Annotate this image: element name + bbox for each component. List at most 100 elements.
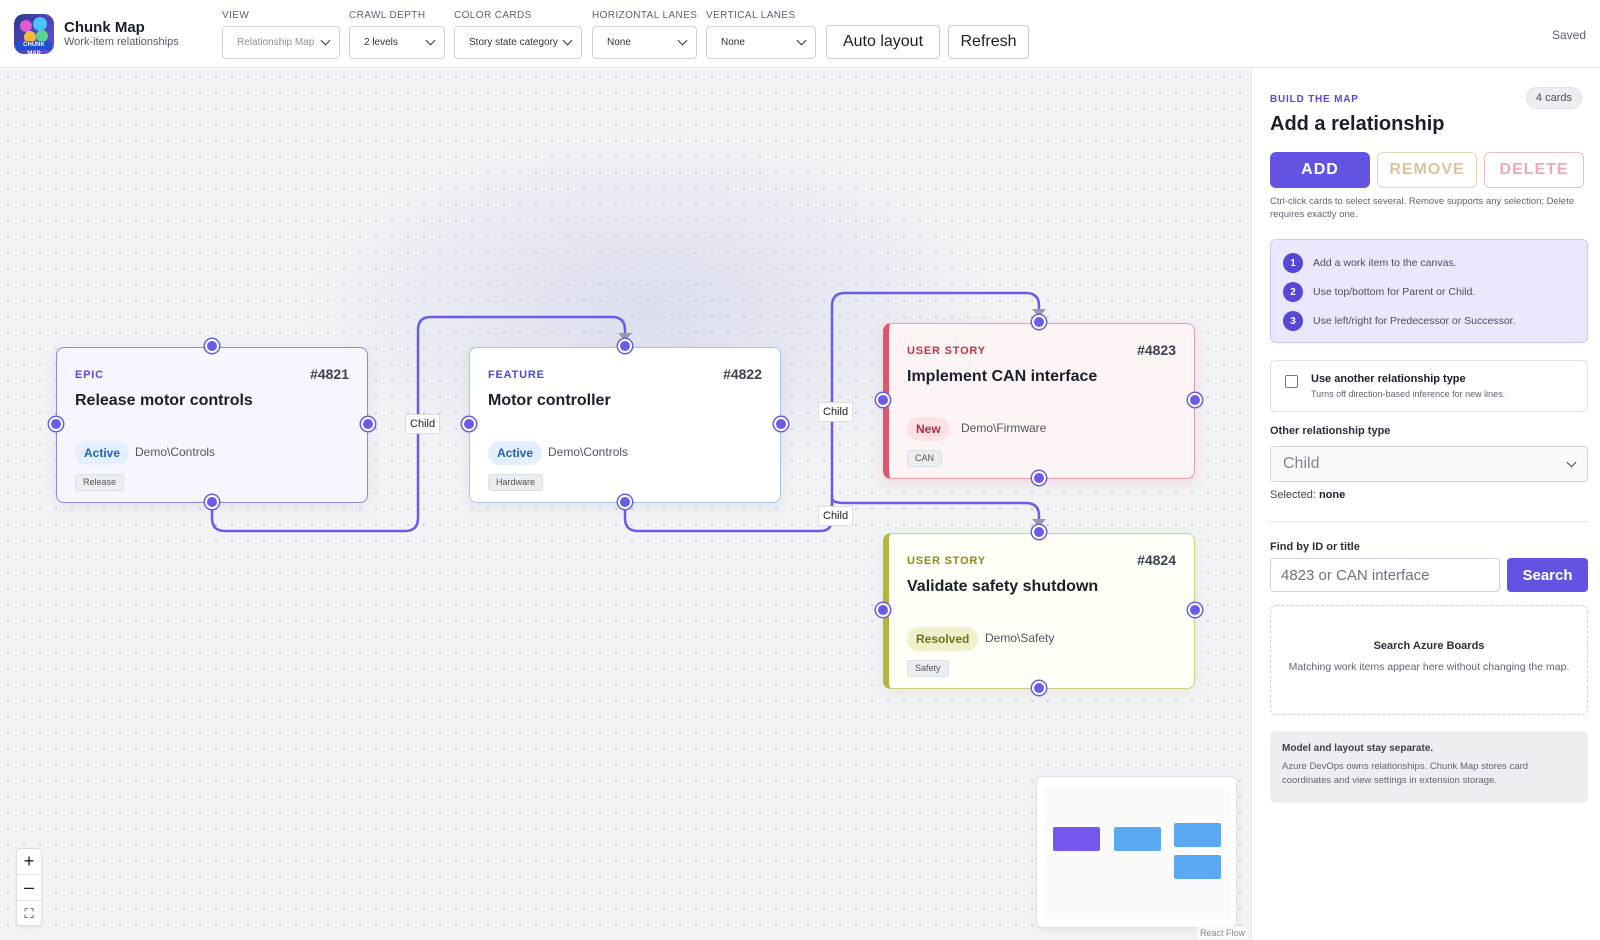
- tag-chip: CAN: [907, 450, 943, 467]
- connection-handle[interactable]: [1188, 603, 1202, 617]
- save-status: Saved: [1551, 28, 1586, 42]
- card-title: Validate safety shutdown: [907, 578, 1099, 595]
- connection-handle[interactable]: [1188, 393, 1202, 407]
- zoom-in-button[interactable]: +: [17, 849, 41, 875]
- info-note: Model and layout stay separate. Azure De…: [1270, 731, 1588, 803]
- crawl-depth-label: CRAWL DEPTH: [349, 10, 426, 21]
- minimap-node: [1053, 827, 1100, 851]
- chevron-down-icon: [425, 35, 436, 46]
- app-title: Chunk Map: [64, 19, 145, 36]
- edge-label[interactable]: Child: [818, 506, 854, 526]
- vertical-lanes-control: VERTICAL LANES None: [706, 10, 816, 59]
- zoom-controls: + – ⛶: [16, 848, 42, 926]
- horizontal-lanes-select[interactable]: None: [592, 26, 697, 59]
- auto-layout-button[interactable]: Auto layout: [826, 25, 940, 59]
- color-cards-control: COLOR CARDS Story state category: [454, 10, 582, 59]
- other-type-toggle-label: Use another relationship type: [1311, 373, 1466, 385]
- tag-chip: Hardware: [488, 474, 544, 491]
- connection-handle[interactable]: [205, 339, 219, 353]
- connection-handle[interactable]: [361, 417, 375, 431]
- map-canvas[interactable]: Child Child Child EPIC #4821 Release mot…: [0, 69, 1251, 940]
- minimap-node: [1174, 855, 1221, 879]
- other-type-toggle-desc: Turns off direction-based inference for …: [1311, 389, 1506, 399]
- minimap[interactable]: [1036, 776, 1237, 928]
- state-badge: Active: [75, 441, 130, 465]
- chevron-down-icon: [796, 35, 807, 46]
- step-text: Use top/bottom for Parent or Child.: [1313, 286, 1476, 298]
- connection-handle[interactable]: [618, 495, 632, 509]
- minimap-node: [1114, 827, 1161, 851]
- card-type: EPIC: [75, 369, 104, 381]
- chevron-down-icon: [320, 35, 331, 46]
- note-title: Model and layout stay separate.: [1282, 743, 1434, 754]
- crawl-depth-control: CRAWL DEPTH 2 levels: [349, 10, 445, 59]
- area-path: Demo\Firmware: [961, 421, 1047, 435]
- card-id: #4822: [723, 366, 762, 382]
- card-id: #4821: [310, 366, 349, 382]
- card-type: USER STORY: [907, 555, 986, 567]
- connection-handle[interactable]: [1032, 471, 1046, 485]
- view-select[interactable]: Relationship Map: [222, 26, 340, 59]
- color-cards-select[interactable]: Story state category: [454, 26, 582, 59]
- step-text: Add a work item to the canvas.: [1313, 257, 1457, 269]
- tag-chip: Release: [75, 474, 125, 491]
- zoom-out-button[interactable]: –: [17, 875, 41, 901]
- connection-handle[interactable]: [49, 417, 63, 431]
- area-path: Demo\Controls: [548, 445, 629, 459]
- card-count-badge: 4 cards: [1525, 87, 1582, 109]
- connection-handle[interactable]: [876, 603, 890, 617]
- card-id: #4823: [1137, 342, 1176, 358]
- other-type-option: Use another relationship type Turns off …: [1270, 360, 1588, 412]
- edge-label[interactable]: Child: [818, 402, 854, 422]
- remove-button[interactable]: REMOVE: [1377, 152, 1477, 188]
- crawl-depth-select[interactable]: 2 levels: [349, 26, 445, 59]
- card-title: Release motor controls: [75, 392, 253, 409]
- step-number: 2: [1283, 282, 1303, 302]
- card-id: #4824: [1137, 552, 1176, 568]
- step-text: Use left/right for Predecessor or Succes…: [1313, 315, 1516, 327]
- work-item-card[interactable]: USER STORY #4823 Implement CAN interface…: [883, 323, 1195, 479]
- note-desc: Azure DevOps owns relationships. Chunk M…: [1282, 761, 1529, 786]
- edge-label[interactable]: Child: [405, 414, 441, 434]
- card-title: Implement CAN interface: [907, 368, 1098, 385]
- connection-handle[interactable]: [1032, 525, 1046, 539]
- step-number: 1: [1283, 253, 1303, 273]
- app-subtitle: Work-item relationships: [64, 36, 179, 48]
- vertical-lanes-select[interactable]: None: [706, 26, 816, 59]
- delete-button[interactable]: DELETE: [1484, 152, 1584, 188]
- connection-handle[interactable]: [774, 417, 788, 431]
- steps-box: 1 Add a work item to the canvas. 2 Use t…: [1270, 239, 1588, 343]
- selection-hint: Ctrl-click cards to select several. Remo…: [1270, 196, 1575, 220]
- work-item-card[interactable]: FEATURE #4822 Motor controller Active De…: [469, 347, 781, 503]
- app-logo: CHUNK MAP: [14, 14, 54, 54]
- connection-handle[interactable]: [618, 339, 632, 353]
- panel-title: Add a relationship: [1270, 113, 1445, 135]
- fit-view-icon[interactable]: ⛶: [17, 901, 41, 927]
- search-button[interactable]: Search: [1507, 558, 1588, 592]
- react-flow-attribution[interactable]: React Flow: [1196, 927, 1248, 939]
- state-badge: Resolved: [907, 627, 979, 651]
- connection-handle[interactable]: [1032, 315, 1046, 329]
- work-item-card[interactable]: EPIC #4821 Release motor controls Active…: [56, 347, 368, 503]
- connection-handle[interactable]: [1032, 681, 1046, 695]
- state-badge: New: [907, 417, 950, 441]
- panel-kicker: BUILD THE MAP: [1270, 94, 1359, 105]
- other-type-label: Other relationship type: [1270, 425, 1391, 437]
- area-path: Demo\Safety: [985, 631, 1055, 645]
- horizontal-lanes-control: HORIZONTAL LANES None: [592, 10, 697, 59]
- connection-handle[interactable]: [876, 393, 890, 407]
- connection-handle[interactable]: [462, 417, 476, 431]
- refresh-button[interactable]: Refresh: [948, 25, 1029, 59]
- results-desc: Matching work items appear here without …: [1288, 661, 1570, 673]
- other-type-checkbox[interactable]: [1285, 375, 1298, 388]
- work-item-card[interactable]: USER STORY #4824 Validate safety shutdow…: [883, 533, 1195, 689]
- relationship-type-select[interactable]: Child: [1270, 446, 1588, 482]
- search-input[interactable]: [1270, 558, 1500, 592]
- results-title: Search Azure Boards: [1373, 640, 1485, 652]
- minimap-node: [1174, 823, 1221, 847]
- step-item: 3 Use left/right for Predecessor or Succ…: [1283, 311, 1516, 331]
- horizontal-lanes-label: HORIZONTAL LANES: [592, 10, 698, 21]
- connection-handle[interactable]: [205, 495, 219, 509]
- color-cards-label: COLOR CARDS: [454, 10, 532, 21]
- add-button[interactable]: ADD: [1270, 152, 1370, 188]
